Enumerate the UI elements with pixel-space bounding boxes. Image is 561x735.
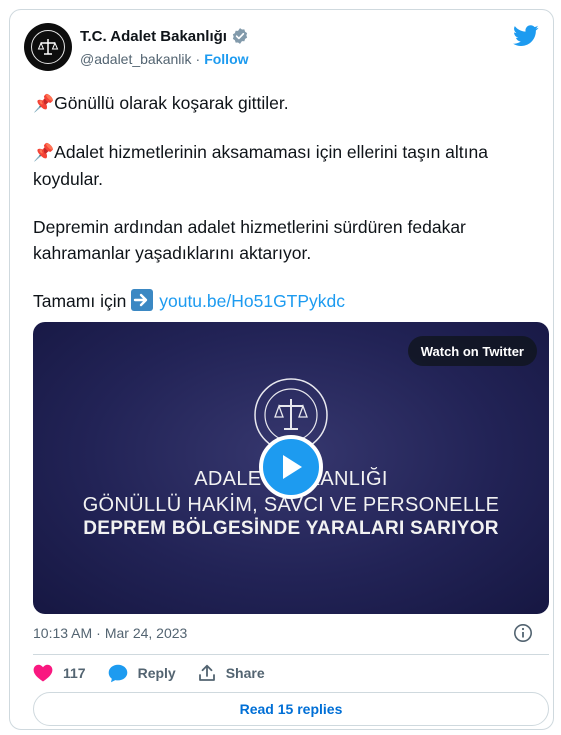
reply-label: Reply [137,665,176,681]
tweet-date: Mar 24, 2023 [104,625,188,641]
video-caption-3: DEPREM BÖLGESİNDE YARALARI SARIYOR [83,518,499,539]
play-button[interactable] [259,435,323,499]
share-button[interactable]: Share [198,664,265,682]
reply-button[interactable]: Reply [108,664,176,683]
info-icon[interactable] [513,623,533,643]
pushpin-icon: 📌 [33,143,55,162]
twitter-bird-icon[interactable] [513,25,539,47]
tweet-line-4: Tamamı için [33,291,127,311]
read-replies-button[interactable]: Read 15 replies [33,692,549,726]
play-icon [283,455,302,479]
separator: · [96,625,101,641]
like-count: 117 [63,665,86,681]
tweet-line-3: Depremin ardından adalet hizmetlerini sü… [33,217,466,263]
author-info: T.C. Adalet Bakanlığı @adalet_bakanlik ·… [80,26,249,69]
tweet-timestamp[interactable]: 10:13 AM · Mar 24, 2023 [33,623,187,643]
follow-button[interactable]: Follow [204,51,248,67]
avatar[interactable] [24,23,72,71]
tweet-text: 📌Gönüllü olarak koşarak gittiler. 📌Adale… [33,90,533,336]
like-button[interactable]: 117 [33,664,86,682]
handle[interactable]: @adalet_bakanlik [80,51,192,67]
heart-icon [33,664,53,682]
video-player[interactable]: Watch on Twitter ADALET BAKANLIĞI GÖNÜLL… [33,322,549,614]
verified-badge-icon [232,28,248,44]
youtube-link[interactable]: youtu.be/Ho51GTPykdc [159,291,345,311]
reply-bubble-icon [108,664,127,682]
separator: · [195,51,201,67]
tweet-line-1: Gönüllü olarak koşarak gittiler. [54,93,289,113]
tweet-time: 10:13 AM [33,625,93,641]
display-name[interactable]: T.C. Adalet Bakanlığı [80,28,227,45]
watch-on-twitter-button[interactable]: Watch on Twitter [407,336,537,366]
scales-icon [31,30,65,64]
right-arrow-icon [131,289,154,311]
tweet-header: T.C. Adalet Bakanlığı @adalet_bakanlik ·… [24,23,539,71]
tweet-actions: 117 Reply Share [33,662,287,684]
divider [33,654,549,655]
pushpin-icon: 📌 [33,94,55,113]
tweet-line-2: Adalet hizmetlerinin aksamaması için ell… [33,142,488,189]
share-label: Share [225,665,265,681]
share-icon [198,664,215,681]
tweet-card: T.C. Adalet Bakanlığı @adalet_bakanlik ·… [9,9,554,730]
